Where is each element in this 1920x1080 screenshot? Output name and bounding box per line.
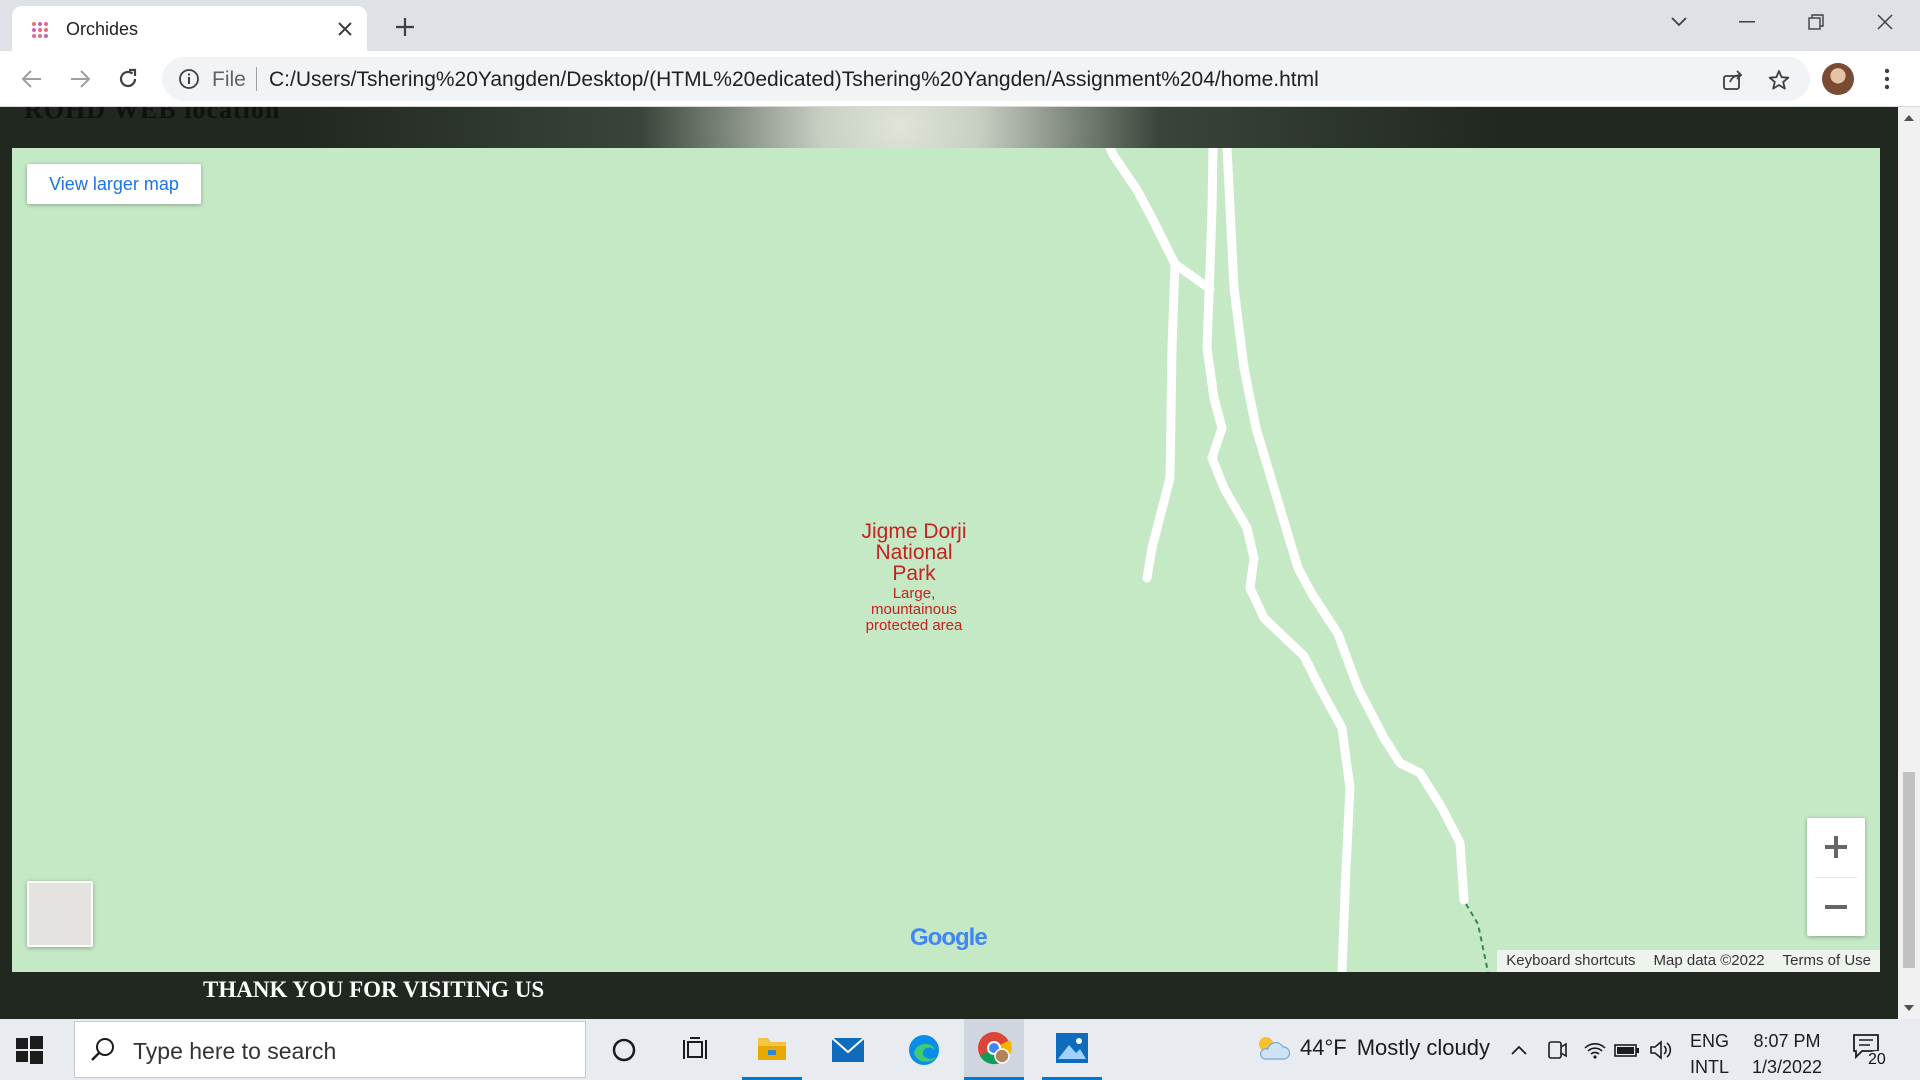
input-language-indicator[interactable]: ENG INTL	[1690, 1028, 1729, 1080]
wifi-icon[interactable]	[1582, 1037, 1608, 1063]
view-larger-map-button[interactable]: View larger map	[27, 164, 201, 204]
park-desc-line2: mountainous	[871, 601, 957, 618]
photos-icon[interactable]	[1042, 1019, 1102, 1080]
zoom-in-button[interactable]	[1807, 818, 1865, 876]
park-name-line1: Jigme Dorji	[861, 520, 967, 543]
scroll-up-arrow-icon[interactable]	[1902, 111, 1916, 125]
volume-icon[interactable]	[1648, 1037, 1674, 1063]
scroll-thumb[interactable]	[1903, 772, 1915, 968]
task-view-icon[interactable]	[666, 1019, 726, 1080]
search-placeholder: Type here to search	[133, 1038, 337, 1064]
back-arrow-icon[interactable]	[16, 63, 48, 95]
page-scrollbar[interactable]	[1898, 107, 1920, 1019]
url-text[interactable]: C:/Users/Tshering%20Yangden/Desktop/(HTM…	[269, 68, 1319, 92]
tab-title: Orchides	[66, 19, 139, 39]
more-menu-icon[interactable]	[1872, 64, 1902, 94]
google-logo: Google	[910, 924, 988, 951]
notification-count: 20	[1866, 1051, 1888, 1069]
park-desc-line3: protected area	[865, 617, 963, 634]
weather-description: Mostly cloudy	[1356, 1035, 1490, 1060]
plus-icon	[1825, 836, 1847, 858]
page-heading: ROHD WEB location	[24, 107, 281, 124]
url-scheme: File	[212, 68, 246, 91]
new-tab-icon[interactable]	[390, 12, 420, 42]
map-type-toggle[interactable]	[27, 881, 93, 947]
terms-of-use-link[interactable]: Terms of Use	[1774, 950, 1880, 972]
thank-you-text: THANK YOU FOR VISITING US	[203, 977, 545, 1002]
minimize-icon[interactable]	[1727, 6, 1767, 38]
search-icon	[91, 1038, 114, 1061]
language-code: ENG	[1690, 1031, 1730, 1051]
file-explorer-icon[interactable]	[742, 1019, 802, 1080]
partly-cloudy-icon	[1259, 1037, 1290, 1060]
map-data-text: Map data ©2022	[1653, 952, 1765, 969]
system-clock[interactable]: 8:07 PM 1/3/2022	[1752, 1028, 1822, 1080]
mail-icon[interactable]	[818, 1019, 878, 1080]
taskbar-search-box[interactable]: Type here to search	[74, 1021, 586, 1078]
zoom-out-button[interactable]	[1807, 878, 1865, 936]
tab-strip: Orchides	[0, 0, 1920, 51]
url-separator	[256, 67, 257, 91]
browser-tab[interactable]: Orchides	[12, 6, 367, 51]
map-attribution: Keyboard shortcuts Map data ©2022 Terms …	[1497, 950, 1880, 972]
page-viewport: ROHD WEB location View larger map Jigme …	[0, 107, 1898, 1019]
keyboard-shortcuts-link[interactable]: Keyboard shortcuts	[1497, 950, 1644, 972]
close-tab-icon[interactable]	[334, 18, 356, 40]
reload-icon[interactable]	[112, 63, 144, 95]
notification-center[interactable]: 20	[1852, 1033, 1892, 1069]
park-label[interactable]: Jigme Dorji National Park Large, mountai…	[858, 521, 970, 634]
embedded-map[interactable]: View larger map Jigme Dorji National Par…	[12, 148, 1880, 972]
site-info-icon[interactable]	[178, 68, 200, 90]
tab-search-chevron-icon[interactable]	[1659, 6, 1699, 38]
bookmark-star-icon[interactable]	[1766, 67, 1792, 93]
park-name-line2: National Park	[875, 541, 953, 585]
restore-icon[interactable]	[1796, 6, 1836, 38]
meet-now-icon[interactable]	[1544, 1037, 1570, 1063]
edge-icon[interactable]	[894, 1019, 954, 1080]
minus-icon	[1825, 905, 1847, 909]
cortana-icon[interactable]	[594, 1019, 654, 1080]
profile-avatar[interactable]	[1822, 63, 1854, 95]
windows-taskbar: Type here to search 44°F Mostly cloudy E…	[0, 1019, 1920, 1080]
scroll-down-arrow-icon[interactable]	[1902, 1001, 1916, 1015]
orchid-favicon-icon	[32, 22, 48, 38]
browser-toolbar: File C:/Users/Tshering%20Yangden/Desktop…	[0, 51, 1920, 107]
weather-temperature: 44°F	[1300, 1035, 1347, 1060]
show-hidden-icons-chevron-icon[interactable]	[1506, 1037, 1532, 1063]
battery-icon[interactable]	[1614, 1037, 1640, 1063]
forward-arrow-icon[interactable]	[64, 63, 96, 95]
chrome-icon[interactable]	[964, 1019, 1024, 1080]
share-icon[interactable]	[1720, 67, 1746, 93]
clock-time: 8:07 PM	[1753, 1031, 1821, 1051]
park-desc-line1: Large,	[892, 585, 936, 602]
zoom-control	[1807, 818, 1865, 936]
close-window-icon[interactable]	[1865, 6, 1905, 38]
windows-start-icon[interactable]	[14, 1035, 44, 1065]
clock-date: 1/3/2022	[1752, 1057, 1823, 1077]
keyboard-layout: INTL	[1690, 1057, 1730, 1077]
weather-widget[interactable]: 44°F Mostly cloudy	[1254, 1033, 1490, 1063]
address-bar[interactable]: File C:/Users/Tshering%20Yangden/Desktop…	[162, 57, 1810, 101]
